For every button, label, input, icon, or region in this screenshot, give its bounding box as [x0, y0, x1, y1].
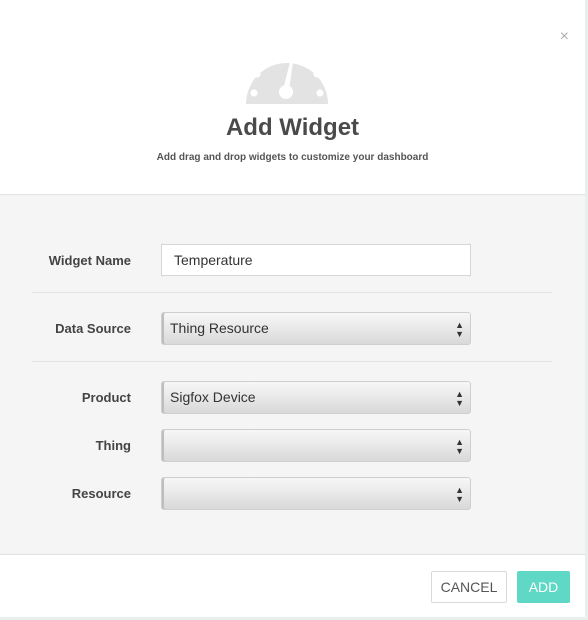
resource-label: Resource	[71, 486, 131, 501]
dialog-title: Add Widget	[225, 114, 360, 141]
thing-label: Thing	[95, 438, 131, 453]
select-arrows-icon: ▲ ▼	[455, 389, 464, 408]
dialog-subtitle: Add drag and drop widgets to customize y…	[156, 152, 429, 163]
product-value: Sigfox Device	[170, 389, 256, 405]
close-icon[interactable]: ×	[560, 28, 569, 46]
dialog-body: Widget Name Temperature Data Source Thin…	[0, 195, 585, 554]
product-select[interactable]: Sigfox Device ▲ ▼	[161, 381, 471, 414]
add-widget-dialog: × Add Widget Add drag and drop widgets t…	[0, 0, 585, 618]
widget-name-input[interactable]: Temperature	[161, 244, 471, 276]
select-arrows-icon: ▲ ▼	[455, 320, 464, 339]
product-label: Product	[81, 390, 131, 405]
cancel-button[interactable]: CANCEL	[431, 571, 507, 603]
resource-select[interactable]: ▲ ▼	[161, 477, 471, 510]
add-button[interactable]: ADD	[517, 571, 570, 603]
divider	[32, 361, 552, 362]
data-source-select[interactable]: Thing Resource ▲ ▼	[161, 312, 471, 345]
select-arrows-icon: ▲ ▼	[455, 485, 464, 504]
data-source-value: Thing Resource	[170, 320, 269, 336]
select-arrows-icon: ▲ ▼	[455, 437, 464, 456]
dialog-footer: CANCEL ADD	[0, 554, 585, 618]
data-source-label: Data Source	[55, 321, 131, 336]
gauge-icon	[246, 47, 328, 104]
divider	[32, 292, 552, 293]
thing-select[interactable]: ▲ ▼	[161, 429, 471, 462]
dialog-header: × Add Widget Add drag and drop widgets t…	[0, 0, 585, 195]
widget-name-label: Widget Name	[48, 253, 131, 268]
